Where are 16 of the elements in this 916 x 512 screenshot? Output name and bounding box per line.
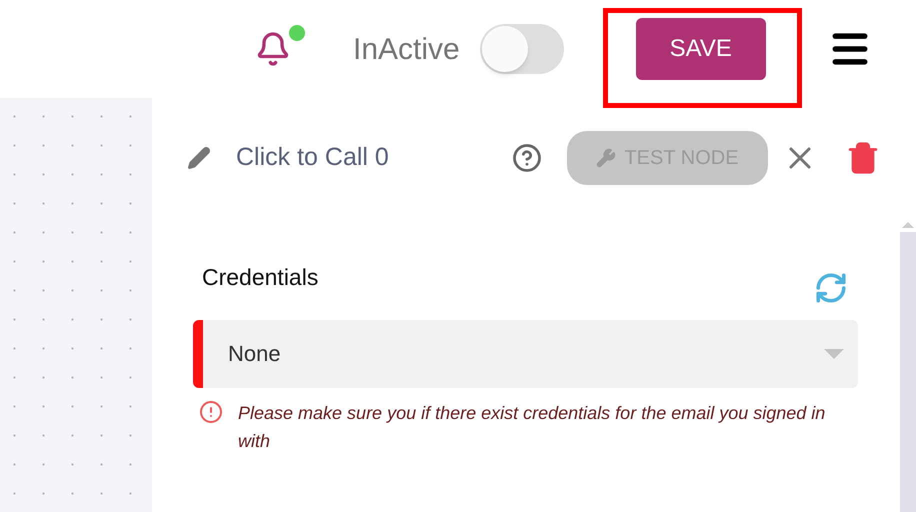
trash-icon[interactable] xyxy=(846,141,880,175)
bell-icon[interactable] xyxy=(255,31,291,67)
status-toggle[interactable] xyxy=(480,24,564,74)
save-button[interactable]: SAVE xyxy=(636,18,766,80)
error-message: Please make sure you if there exist credentials for the email you signed in with xyxy=(238,402,826,452)
credentials-label: Credentials xyxy=(202,263,318,292)
wrench-icon xyxy=(596,148,616,168)
pencil-icon[interactable] xyxy=(187,146,211,170)
credentials-select[interactable]: None xyxy=(193,320,858,388)
dropdown-caret-icon xyxy=(824,348,844,358)
error-icon xyxy=(199,400,223,424)
status-label: InActive xyxy=(353,32,460,68)
refresh-icon[interactable] xyxy=(814,270,848,304)
scrollbar-thumb[interactable] xyxy=(900,232,916,512)
node-title: Click to Call 0 xyxy=(236,142,389,174)
help-icon[interactable] xyxy=(512,143,542,173)
